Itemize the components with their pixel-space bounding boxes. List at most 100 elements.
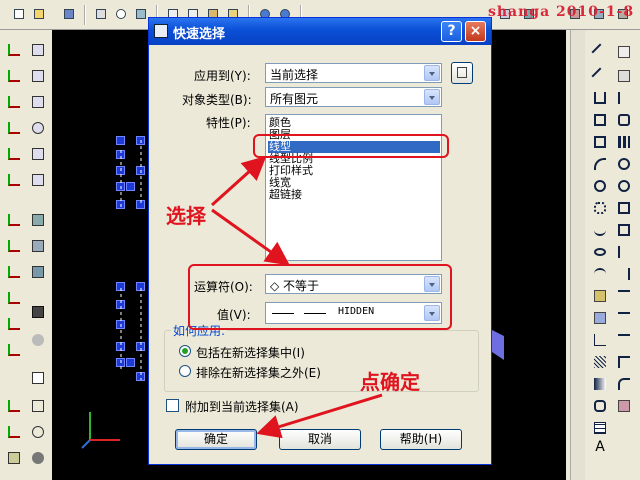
ucs-view-icon[interactable] — [4, 170, 24, 190]
explode-icon[interactable] — [614, 396, 634, 416]
spline-icon[interactable] — [590, 220, 610, 240]
sphere-wire-icon[interactable] — [28, 422, 48, 442]
camera-icon[interactable] — [28, 302, 48, 322]
stretch-icon[interactable] — [614, 220, 634, 240]
polygon-icon[interactable] — [590, 110, 610, 130]
title-help-button[interactable]: ? — [441, 21, 462, 42]
move-icon[interactable] — [614, 154, 634, 174]
ucs-world-icon[interactable] — [4, 66, 24, 86]
cancel-button[interactable]: 取消 — [279, 429, 361, 450]
chamfer-icon[interactable] — [614, 352, 634, 372]
make-block-icon[interactable] — [590, 308, 610, 328]
arc-icon[interactable] — [590, 154, 610, 174]
scale-icon[interactable] — [614, 198, 634, 218]
render-icon[interactable] — [28, 330, 48, 350]
cylinder-icon[interactable] — [28, 144, 48, 164]
xline-icon[interactable] — [590, 66, 610, 86]
select-annotation: 选择 — [166, 204, 206, 228]
ellipse-icon[interactable] — [590, 242, 610, 262]
shade-icon[interactable] — [28, 210, 48, 230]
gradient-icon[interactable] — [590, 374, 610, 394]
ucs-named-icon[interactable] — [4, 396, 24, 416]
exclude-label[interactable]: 排除在新选择集之外(E) — [196, 364, 321, 381]
rotate-icon[interactable] — [614, 176, 634, 196]
ucs-zaxis-icon[interactable] — [4, 210, 24, 230]
cone-icon[interactable] — [28, 92, 48, 112]
ucs-x-icon[interactable] — [4, 262, 24, 282]
ucs-z-icon[interactable] — [4, 314, 24, 334]
ucs-origin-icon[interactable] — [4, 422, 24, 442]
include-radio[interactable] — [179, 345, 191, 357]
ok-button[interactable]: 确定 — [175, 429, 257, 450]
break-at-point-icon[interactable] — [614, 286, 634, 306]
copy-obj-icon[interactable] — [614, 66, 634, 86]
help-button[interactable]: 帮助(H) — [380, 429, 462, 450]
revcloud-icon[interactable] — [590, 198, 610, 218]
ucs-3point-icon[interactable] — [4, 236, 24, 256]
table-icon[interactable] — [590, 418, 610, 438]
object-type-select[interactable]: 所有图元 — [265, 87, 442, 107]
shade-flat-icon[interactable] — [28, 262, 48, 282]
circle-icon[interactable] — [590, 176, 610, 196]
sphere-icon[interactable] — [28, 118, 48, 138]
line-icon[interactable] — [590, 42, 610, 62]
list-item[interactable]: 颜色 — [268, 117, 440, 129]
append-label[interactable]: 附加到当前选择集(A) — [185, 398, 299, 415]
list-item[interactable]: 打印样式 — [268, 165, 440, 177]
object-type-value: 所有图元 — [270, 92, 319, 106]
torus-icon[interactable] — [28, 170, 48, 190]
save-icon[interactable] — [60, 5, 78, 23]
close-button[interactable]: × — [465, 21, 486, 42]
ellipse-arc-icon[interactable] — [590, 264, 610, 284]
offset-icon[interactable] — [614, 110, 634, 130]
trim-icon[interactable] — [614, 242, 634, 262]
left-toolbars — [0, 30, 52, 480]
ucs-face-icon[interactable] — [4, 144, 24, 164]
watermark-text: shanga 2010-1-8 — [488, 4, 635, 20]
pline-icon[interactable] — [590, 88, 610, 108]
point-icon[interactable] — [590, 330, 610, 350]
include-label[interactable]: 包括在新选择集中(I) — [196, 344, 305, 361]
print-icon[interactable] — [92, 5, 110, 23]
material-icon[interactable] — [28, 448, 48, 468]
exclude-radio[interactable] — [179, 365, 191, 377]
list-item[interactable]: 超链接 — [268, 189, 440, 201]
rectangle-icon[interactable] — [590, 132, 610, 152]
ucs-settings-icon[interactable] — [4, 448, 24, 468]
how-to-apply-group — [164, 330, 479, 392]
mtext-small-icon[interactable] — [28, 368, 48, 388]
hatch-icon[interactable] — [590, 352, 610, 372]
break-icon[interactable] — [614, 308, 634, 328]
open-icon[interactable] — [30, 5, 48, 23]
extend-icon[interactable] — [614, 264, 634, 284]
box-wire-icon[interactable] — [28, 396, 48, 416]
join-icon[interactable] — [614, 330, 634, 350]
append-checkbox[interactable] — [166, 399, 179, 412]
chevron-down-icon[interactable] — [424, 89, 440, 105]
ok-annotation: 点确定 — [360, 370, 420, 394]
chevron-down-icon[interactable] — [424, 65, 440, 81]
new-icon[interactable] — [10, 5, 28, 23]
select-objects-button[interactable] — [451, 62, 473, 84]
preview-icon[interactable] — [112, 5, 130, 23]
ucs-object-icon[interactable] — [4, 118, 24, 138]
insert-block-icon[interactable] — [590, 286, 610, 306]
mirror-icon[interactable] — [614, 88, 634, 108]
array-icon[interactable] — [614, 132, 634, 152]
erase-icon[interactable] — [614, 42, 634, 62]
mtext-icon[interactable]: A — [590, 440, 610, 460]
region-icon[interactable] — [590, 396, 610, 416]
ucs-icon[interactable] — [4, 40, 24, 60]
box-icon[interactable] — [28, 40, 48, 60]
dialog-titlebar[interactable]: 快速选择 ? × — [149, 18, 491, 45]
ucs-apply-icon[interactable] — [4, 340, 24, 360]
fillet-icon[interactable] — [614, 374, 634, 394]
vertical-scrollbar[interactable] — [570, 30, 585, 480]
apply-to-select[interactable]: 当前选择 — [265, 63, 442, 83]
ucs-y-icon[interactable] — [4, 288, 24, 308]
ucs-previous-icon[interactable] — [4, 92, 24, 112]
right-toolbars: A — [566, 30, 640, 480]
wedge-icon[interactable] — [28, 66, 48, 86]
shade-gouraud-icon[interactable] — [28, 236, 48, 256]
select-objects-icon — [457, 67, 467, 78]
